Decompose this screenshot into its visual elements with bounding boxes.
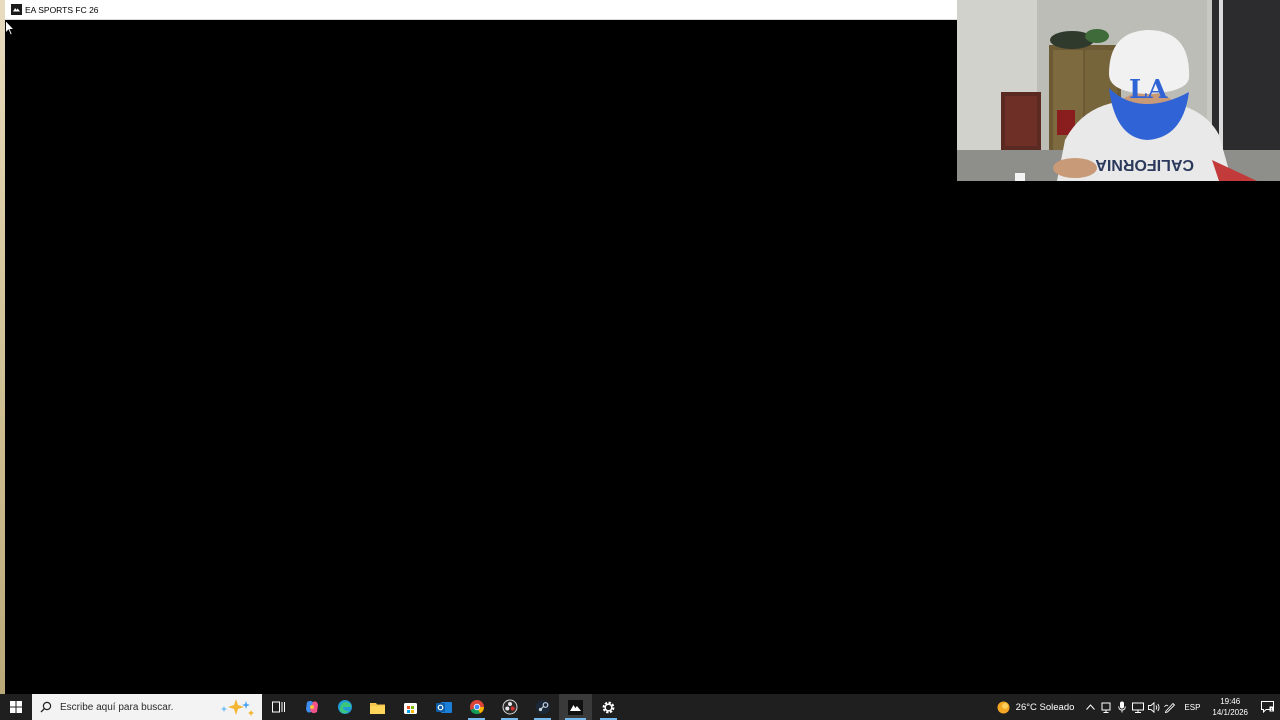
start-button[interactable] — [0, 694, 32, 720]
task-view-button[interactable] — [262, 694, 295, 720]
steam-button[interactable] — [526, 694, 559, 720]
weather-widget[interactable]: 26°C Soleado — [996, 700, 1075, 715]
clock-time: 19:46 — [1220, 697, 1241, 706]
copilot-icon — [305, 700, 318, 714]
language-indicator[interactable]: ESP — [1184, 703, 1200, 712]
edge-icon — [337, 700, 352, 714]
file-explorer-button[interactable] — [361, 694, 394, 720]
search-highlight-icon — [221, 699, 254, 716]
weather-text: 26°C Soleado — [1015, 701, 1075, 713]
system-tray: 26°C Soleado ESP 19:46 14/1/2026 1 — [996, 694, 1280, 720]
obs-icon — [502, 699, 517, 715]
chrome-icon — [469, 700, 484, 715]
chrome-button[interactable] — [460, 694, 493, 720]
steam-icon — [535, 700, 550, 714]
search-placeholder: Escribe aquí para buscar. — [60, 701, 174, 713]
webcam-overlay: LA CALIFORNIA — [957, 0, 1280, 181]
file-explorer-icon — [370, 702, 385, 714]
windows-logo-icon — [10, 701, 22, 713]
window-title: EA SPORTS FC 26 — [25, 4, 99, 15]
volume-button[interactable] — [1146, 694, 1162, 720]
network-icon — [1132, 702, 1145, 713]
volume-icon — [1147, 701, 1160, 713]
tray-device-button[interactable] — [1098, 694, 1114, 720]
microsoft-store-icon — [404, 702, 417, 714]
pen-icon — [1164, 702, 1176, 713]
desktop-black-area — [957, 181, 1280, 694]
search-icon — [40, 701, 52, 713]
pen-workspace-button[interactable] — [1162, 694, 1178, 720]
svg-text:CALIFORNIA: CALIFORNIA — [1095, 156, 1194, 173]
copilot-button[interactable] — [295, 694, 328, 720]
game-viewport[interactable] — [5, 20, 957, 694]
sun-icon — [997, 701, 1010, 713]
ea-app-icon — [11, 4, 22, 15]
edge-button[interactable] — [328, 694, 361, 720]
show-hidden-icons-button[interactable] — [1082, 694, 1098, 720]
clock-date: 14/1/2026 — [1212, 708, 1248, 717]
taskbar: Escribe aquí para buscar. 26°C Soleado E… — [0, 694, 1280, 720]
outlook-button[interactable] — [427, 694, 460, 720]
svg-text:LA: LA — [1129, 75, 1168, 105]
notifications-button[interactable]: 1 — [1254, 694, 1280, 720]
chevron-up-icon — [1086, 704, 1095, 710]
microphone-icon — [1118, 701, 1127, 713]
obs-button[interactable] — [493, 694, 526, 720]
outlook-icon — [435, 701, 452, 713]
settings-icon — [602, 701, 615, 713]
microphone-button[interactable] — [1114, 694, 1130, 720]
ea-app-icon — [568, 699, 583, 715]
mouse-cursor-icon — [5, 20, 15, 36]
notification-icon: 1 — [1260, 701, 1274, 713]
device-icon — [1101, 702, 1111, 713]
ea-app-button[interactable] — [559, 694, 592, 720]
settings-button[interactable] — [592, 694, 625, 720]
search-input[interactable]: Escribe aquí para buscar. — [32, 694, 262, 720]
microsoft-store-button[interactable] — [394, 694, 427, 720]
network-button[interactable] — [1130, 694, 1146, 720]
task-view-icon — [271, 701, 285, 713]
window-titlebar[interactable]: EA SPORTS FC 26 — [5, 0, 957, 20]
clock[interactable]: 19:46 14/1/2026 — [1212, 696, 1248, 718]
game-window[interactable]: EA SPORTS FC 26 — [5, 0, 957, 694]
